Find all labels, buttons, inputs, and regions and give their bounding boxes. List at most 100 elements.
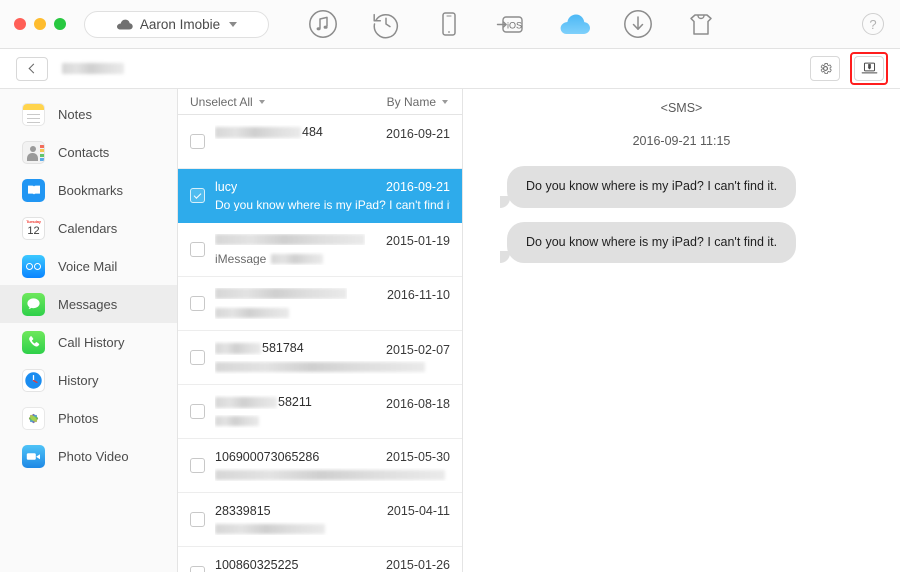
device-icon[interactable] [417, 0, 480, 49]
row-checkbox[interactable] [190, 566, 205, 572]
table-row[interactable]: 2015-01-19 iMessage [178, 223, 462, 277]
sidebar-item-label: Photos [58, 410, 99, 426]
row-checkbox[interactable] [190, 512, 205, 527]
row-top-line: 2016-11-10 [215, 288, 450, 302]
message-list-panel: Unselect All By Name 484 2016-09-21 lucy 20… [178, 89, 463, 572]
row-name: 484 [215, 125, 323, 139]
sidebar-item-notes[interactable]: Notes [0, 95, 177, 133]
help-button[interactable]: ? [862, 13, 884, 35]
export-to-computer-icon [861, 62, 877, 74]
toolkit-icon[interactable] [669, 0, 732, 49]
row-date: 2016-11-10 [386, 288, 450, 302]
row-date: 2016-09-21 [386, 180, 450, 194]
sidebar-item-bookmarks[interactable]: Bookmarks [0, 171, 177, 209]
table-row[interactable]: 58211 2016-08-18 [178, 385, 462, 439]
sort-dropdown[interactable]: By Name [387, 95, 448, 109]
account-selector[interactable]: Aaron Imobie [84, 10, 269, 38]
message-text: Do you know where is my iPad? I can't fi… [526, 179, 778, 193]
row-name: 28339815 [215, 504, 271, 518]
message-detail-panel: <SMS> 2016-09-21 11:15 Do you know where… [463, 89, 900, 572]
photos-icon [22, 406, 45, 430]
row-checkbox[interactable] [190, 134, 205, 149]
row-date: 2016-08-18 [386, 396, 450, 411]
table-row[interactable]: 581784 2015-02-07 [178, 331, 462, 385]
export-to-computer-button[interactable] [854, 56, 884, 81]
music-icon[interactable] [291, 0, 354, 49]
close-window-button[interactable] [14, 18, 26, 30]
sidebar: Notes Contacts Bookmarks Tuesday 12 Cale… [0, 89, 178, 572]
bookmarks-icon [22, 178, 45, 202]
row-name: 100860325225 [215, 558, 299, 572]
to-ios-icon[interactable]: iOS [480, 0, 543, 49]
redacted-text [215, 342, 261, 354]
table-row[interactable]: 100860325225 2015-01-26 [178, 547, 462, 572]
row-top-line: 100860325225 2015-01-26 [215, 558, 450, 572]
call-history-icon [22, 330, 45, 354]
icloud-icon[interactable] [543, 0, 606, 49]
redacted-text [215, 523, 325, 534]
sidebar-item-messages[interactable]: Messages [0, 285, 177, 323]
row-date: 2015-01-26 [386, 558, 450, 572]
sidebar-item-photos[interactable]: Photos [0, 399, 177, 437]
history-restore-icon[interactable] [354, 0, 417, 49]
row-content: 28339815 2015-04-11 [215, 504, 450, 535]
row-checkbox[interactable] [190, 242, 205, 257]
row-top-line: 581784 2015-02-07 [215, 341, 450, 357]
redacted-text [215, 126, 301, 138]
unselect-all-label: Unselect All [190, 94, 253, 109]
sidebar-item-calendars[interactable]: Tuesday 12 Calendars [0, 209, 177, 247]
row-content: 100860325225 2015-01-26 [215, 558, 450, 572]
row-preview [215, 361, 450, 374]
maximize-window-button[interactable] [54, 18, 66, 30]
row-checkbox[interactable] [190, 458, 205, 473]
messages-icon [22, 292, 45, 316]
row-checkbox[interactable] [190, 350, 205, 365]
row-name: 58211 [215, 395, 312, 409]
redacted-text [215, 362, 425, 373]
unselect-all-dropdown[interactable]: Unselect All [190, 95, 265, 109]
settings-button[interactable] [810, 56, 840, 81]
sidebar-item-photo-video[interactable]: Photo Video [0, 437, 177, 475]
sidebar-item-label: Contacts [58, 144, 110, 160]
chevron-down-icon [258, 99, 265, 104]
row-checkbox[interactable] [190, 296, 205, 311]
row-date: 2015-02-07 [386, 342, 450, 357]
table-row[interactable]: 28339815 2015-04-11 [178, 493, 462, 547]
table-row[interactable]: lucy 2016-09-21 Do you know where is my iP… [178, 169, 462, 223]
voice-mail-icon [22, 254, 45, 278]
row-date: 2015-04-11 [386, 504, 450, 518]
message-text: Do you know where is my iPad? I can't fi… [526, 234, 778, 249]
row-content: lucy 2016-09-21 Do you know where is my iP… [215, 180, 450, 211]
row-top-line: 2015-01-19 [215, 234, 450, 248]
sidebar-item-label: Messages [58, 296, 118, 312]
row-name: 581784 [215, 341, 304, 355]
row-name [215, 288, 347, 299]
table-row[interactable]: 106900073065286 2015-05-30 [178, 439, 462, 493]
sidebar-item-contacts[interactable]: Contacts [0, 133, 177, 171]
sidebar-item-history[interactable]: History [0, 361, 177, 399]
row-content: 58211 2016-08-18 [215, 395, 450, 428]
sidebar-item-voice-mail[interactable]: Voice Mail [0, 247, 177, 285]
message-bubble: Do you know where is my iPad? I can't fi… [499, 221, 797, 264]
row-content: 581784 2015-02-07 [215, 341, 450, 374]
sidebar-item-call-history[interactable]: Call History [0, 323, 177, 361]
message-type-label: <SMS> [660, 101, 703, 115]
notes-icon [22, 102, 45, 126]
sidebar-item-label: Calendars [58, 220, 118, 236]
sidebar-item-label: History [58, 372, 99, 388]
download-icon[interactable] [606, 0, 669, 49]
minimize-window-button[interactable] [34, 18, 46, 30]
toolbar-icon-group: iOS [291, 0, 732, 49]
table-row[interactable]: 2016-11-10 [178, 277, 462, 331]
sidebar-item-label: Notes [58, 106, 92, 122]
back-button[interactable] [16, 56, 48, 81]
row-checkbox[interactable] [190, 404, 205, 419]
app-window: Aaron Imobie iOS ? Notes Contacts Bookma… [0, 0, 900, 572]
table-row[interactable]: 484 2016-09-21 [178, 115, 462, 169]
row-preview: iMessage [215, 252, 450, 265]
redacted-text [215, 234, 365, 245]
row-checkbox[interactable] [190, 188, 205, 203]
message-list[interactable]: 484 2016-09-21 lucy 2016-09-21 Do you know w… [178, 115, 462, 572]
window-controls [0, 18, 66, 30]
row-date: 2015-05-30 [386, 450, 450, 464]
